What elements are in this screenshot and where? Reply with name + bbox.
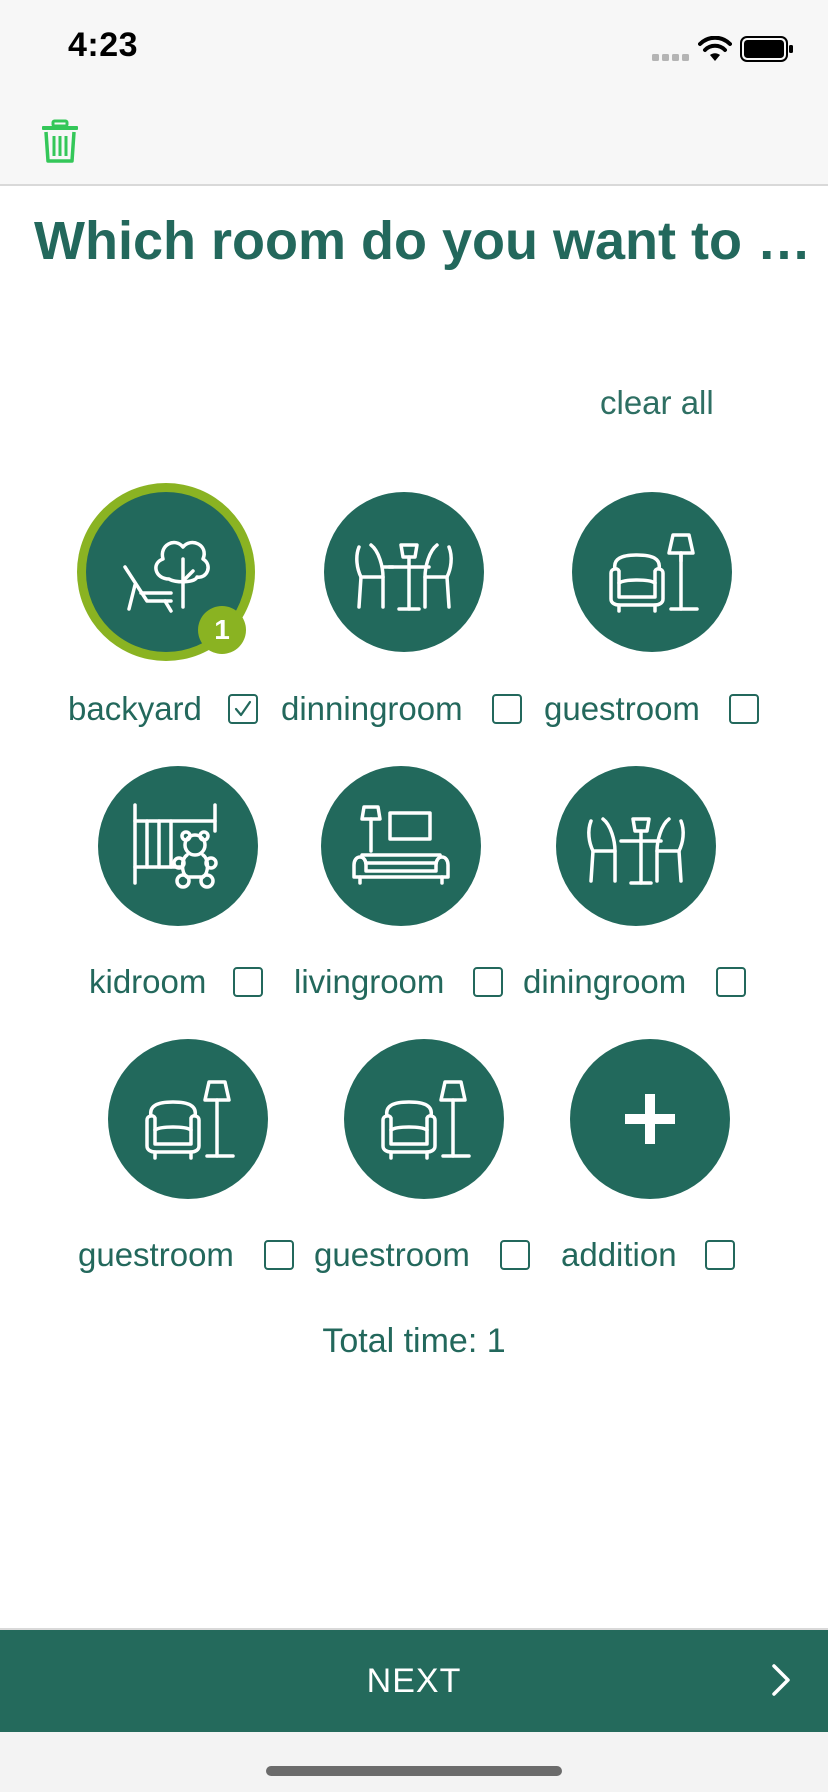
room-guestroom-button[interactable] [572,492,732,652]
room-label: guestroom [78,1236,234,1273]
room-label: diningroom [523,963,687,1000]
room-checkbox[interactable] [716,967,746,997]
room-label: backyard [68,690,202,727]
room-addition-button[interactable] [570,1039,730,1199]
room-label: dinningroom [281,690,463,727]
room-dinningroom-button[interactable] [324,492,484,652]
room-checkbox-checked[interactable] [228,694,258,724]
cellular-signal-icon [652,54,689,61]
battery-icon [740,36,793,62]
wifi-icon [698,36,732,61]
clear-all-button[interactable]: clear all [600,384,714,422]
chevron-right-icon [772,1664,790,1696]
guestroom-icon [609,533,699,613]
room-count-badge: 1 [198,606,246,654]
room-checkbox[interactable] [233,967,263,997]
dining-icon [355,543,453,611]
page-title: Which room do you want to b… [34,211,828,271]
checkmark-icon [234,700,252,717]
trash-icon[interactable] [40,118,80,164]
room-guestroom-button[interactable] [344,1039,504,1199]
room-diningroom-button[interactable] [556,766,716,926]
home-indicator-area [0,1732,828,1792]
next-button-label: NEXT [366,1662,462,1700]
room-label: addition [561,1236,677,1273]
kidroom-icon [133,803,218,889]
room-checkbox[interactable] [729,694,759,724]
room-guestroom-button[interactable] [108,1039,268,1199]
room-label: guestroom [544,690,700,727]
room-label: livingroom [294,963,445,1000]
room-label: kidroom [89,963,207,1000]
home-indicator[interactable] [266,1766,562,1776]
room-checkbox[interactable] [705,1240,735,1270]
navigation-bar [0,100,828,186]
dining-icon [587,817,685,885]
guestroom-icon [145,1080,235,1160]
room-checkbox[interactable] [500,1240,530,1270]
room-kidroom-button[interactable] [98,766,258,926]
guestroom-icon [381,1080,471,1160]
backyard-icon [123,540,210,613]
room-checkbox[interactable] [264,1240,294,1270]
room-livingroom-button[interactable] [321,766,481,926]
room-checkbox[interactable] [492,694,522,724]
livingroom-icon [352,805,450,885]
total-time: Total time: 1 [322,1322,506,1360]
plus-icon [625,1094,675,1144]
room-label: guestroom [314,1236,470,1273]
status-time: 4:23 [68,26,139,64]
room-checkbox[interactable] [473,967,503,997]
